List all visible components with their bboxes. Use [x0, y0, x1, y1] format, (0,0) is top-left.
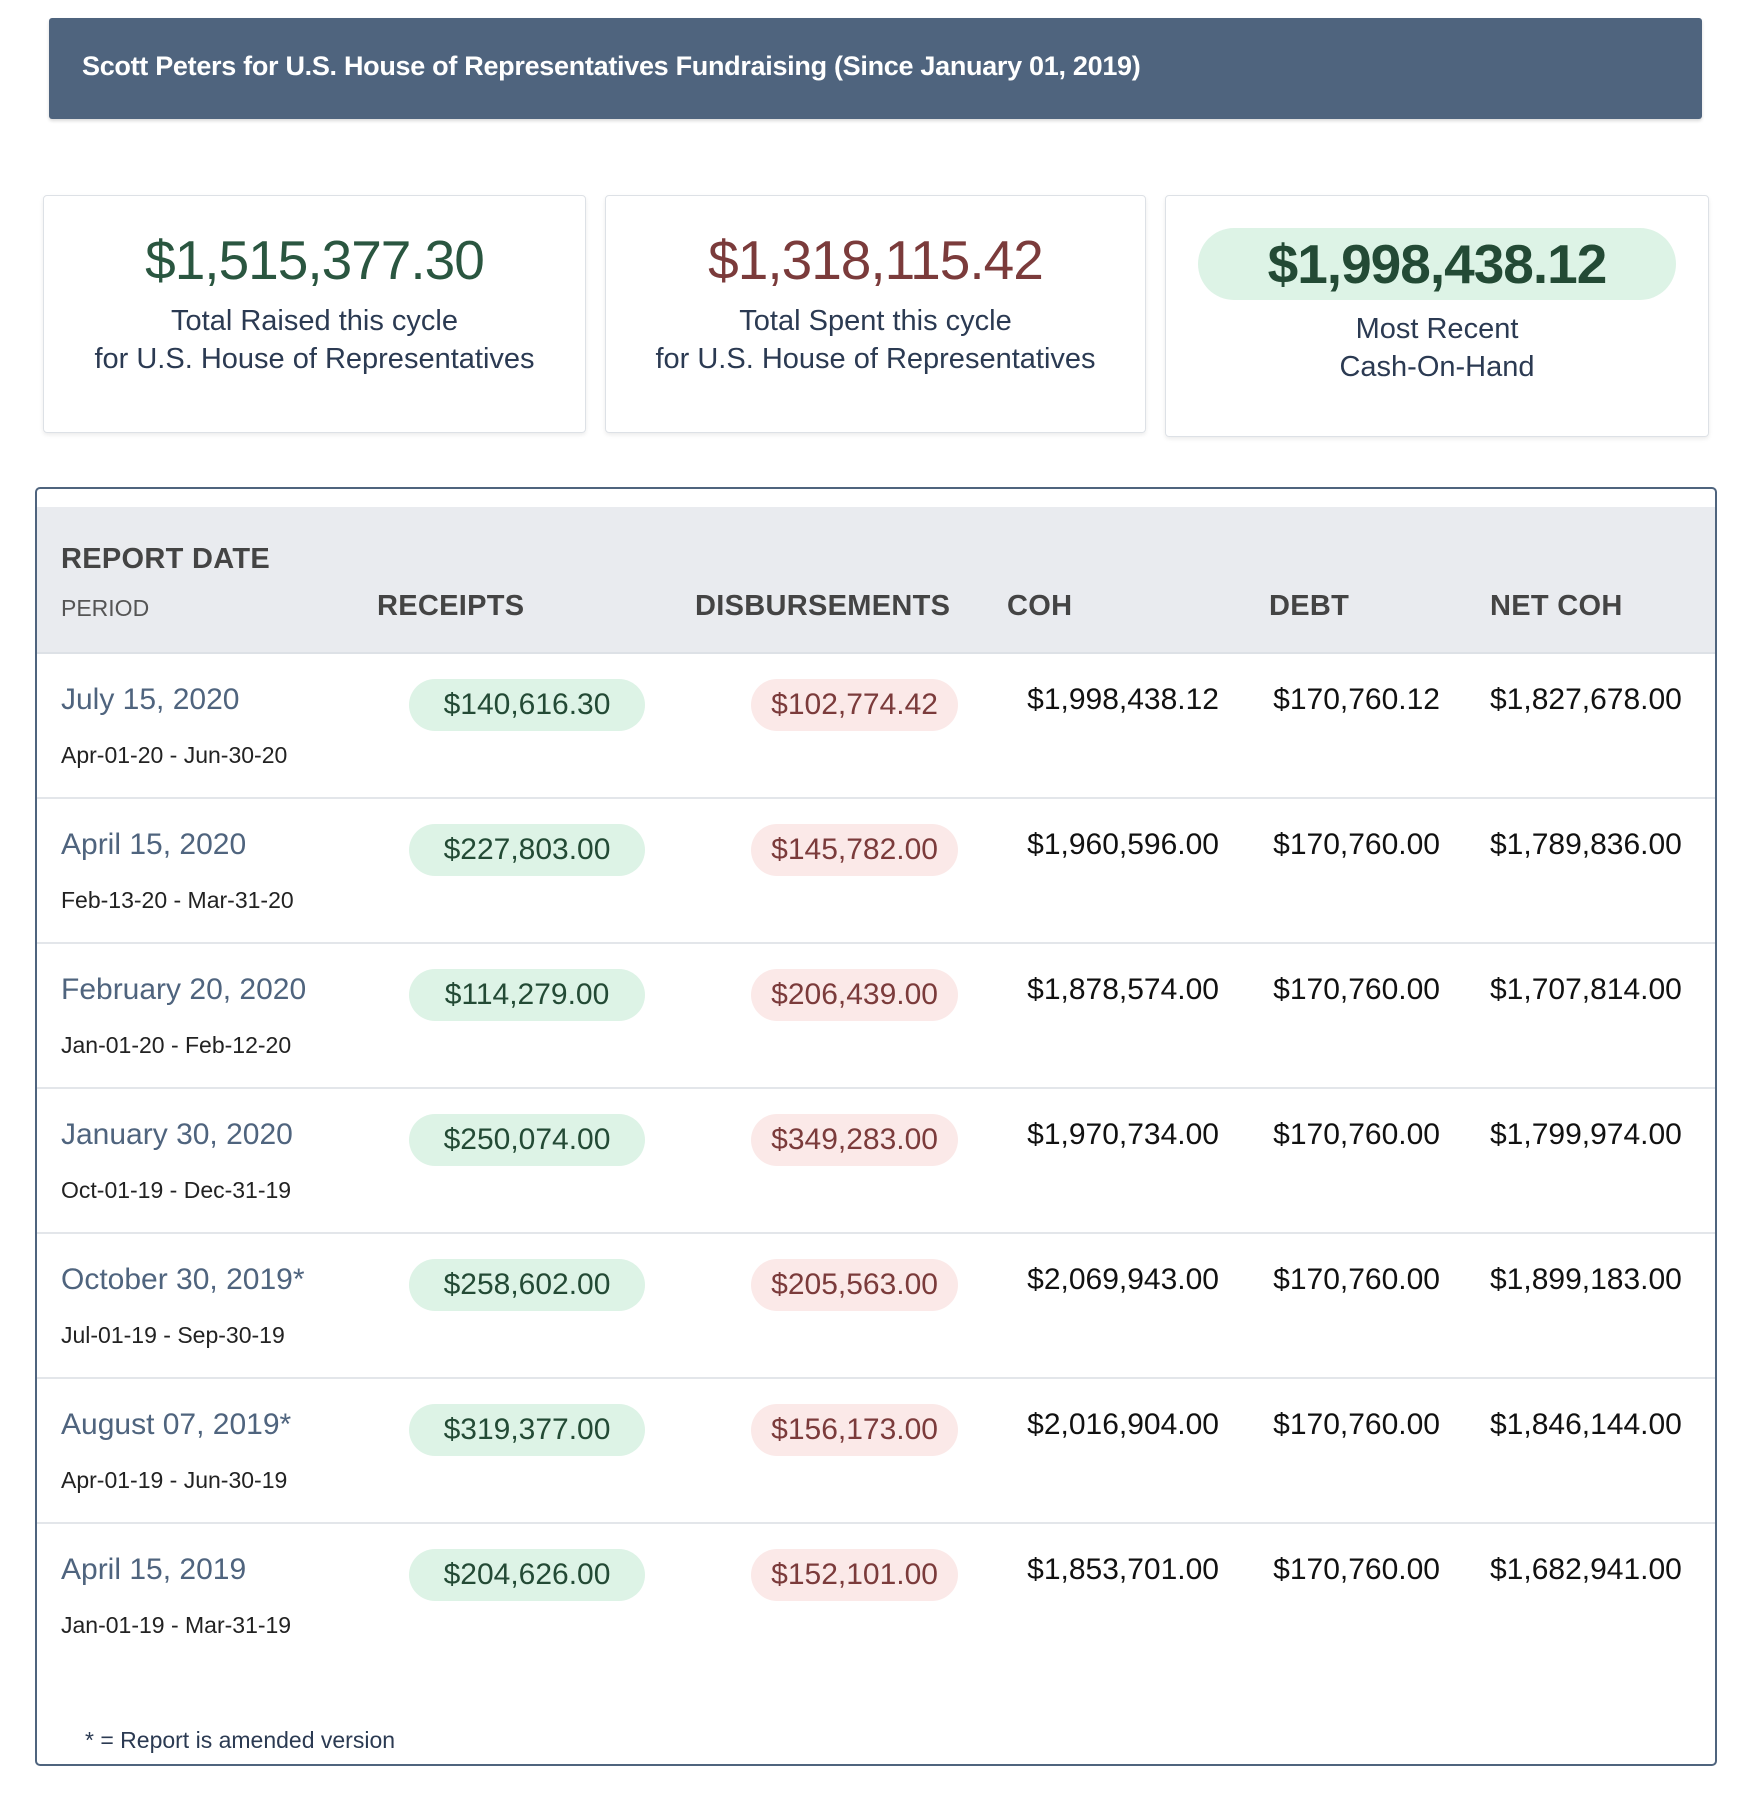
report-period: Jan-01-19 - Mar-31-19: [61, 1612, 292, 1638]
disbursements-value: $349,283.00: [751, 1114, 958, 1166]
net-coh-value: $1,682,941.00: [1490, 1553, 1682, 1586]
header-period: PERIOD: [61, 595, 150, 621]
report-period: Jul-01-19 - Sep-30-19: [61, 1322, 285, 1348]
debt-value: $170,760.00: [1273, 973, 1440, 1006]
table-row: February 20, 2020 Jan-01-20 - Feb-12-20 …: [37, 944, 1715, 1089]
label-line: Most Recent: [1355, 313, 1519, 345]
page-title: Scott Peters for U.S. House of Represent…: [82, 51, 1141, 81]
header-report-date: REPORT DATE: [61, 543, 270, 575]
coh-value: $1,998,438.12: [1027, 683, 1219, 716]
disbursements-value: $152,101.00: [751, 1549, 958, 1601]
header-net-coh: NET COH: [1490, 590, 1623, 622]
report-date: April 15, 2019: [61, 1553, 247, 1586]
label-line: Total Raised this cycle: [171, 305, 458, 337]
receipts-value: $250,074.00: [409, 1114, 645, 1166]
label-line: Cash-On-Hand: [1339, 351, 1535, 383]
debt-value: $170,760.00: [1273, 1408, 1440, 1441]
coh-value: $1,970,734.00: [1027, 1118, 1219, 1151]
debt-value: $170,760.00: [1273, 828, 1440, 861]
label-line: for U.S. House of Representatives: [94, 343, 535, 375]
net-coh-value: $1,827,678.00: [1490, 683, 1682, 716]
table-row: January 30, 2020 Oct-01-19 - Dec-31-19 $…: [37, 1089, 1715, 1234]
net-coh-value: $1,789,836.00: [1490, 828, 1682, 861]
total-spent-value: $1,318,115.42: [708, 229, 1044, 291]
net-coh-value: $1,899,183.00: [1490, 1263, 1682, 1296]
net-coh-value: $1,846,144.00: [1490, 1408, 1682, 1441]
debt-value: $170,760.00: [1273, 1118, 1440, 1151]
disbursements-value: $205,563.00: [751, 1259, 958, 1311]
net-coh-value: $1,707,814.00: [1490, 973, 1682, 1006]
disbursements-value: $156,173.00: [751, 1404, 958, 1456]
receipts-value: $204,626.00: [409, 1549, 645, 1601]
report-date: February 20, 2020: [61, 973, 307, 1006]
report-date: October 30, 2019*: [61, 1263, 305, 1296]
cash-on-hand-card: $1,998,438.12 Most Recent Cash-On-Hand: [1165, 195, 1709, 437]
footnote: * = Report is amended version: [85, 1727, 396, 1753]
report-date: April 15, 2020: [61, 828, 247, 861]
net-coh-value: $1,799,974.00: [1490, 1118, 1682, 1151]
disbursements-value: $145,782.00: [751, 824, 958, 876]
report-date: July 15, 2020: [61, 683, 240, 716]
table-row: April 15, 2020 Feb-13-20 - Mar-31-20 $22…: [37, 799, 1715, 944]
receipts-value: $258,602.00: [409, 1259, 645, 1311]
table-row: October 30, 2019* Jul-01-19 - Sep-30-19 …: [37, 1234, 1715, 1379]
report-date: January 30, 2020: [61, 1118, 293, 1151]
receipts-value: $227,803.00: [409, 824, 645, 876]
cash-on-hand-label: Most Recent Cash-On-Hand: [1166, 310, 1708, 386]
table-row: July 15, 2020 Apr-01-20 - Jun-30-20 $140…: [37, 654, 1715, 799]
page-header: Scott Peters for U.S. House of Represent…: [49, 18, 1702, 119]
receipts-value: $140,616.30: [409, 679, 645, 731]
label-line: for U.S. House of Representatives: [655, 343, 1096, 375]
debt-value: $170,760.00: [1273, 1263, 1440, 1296]
total-spent-label: Total Spent this cycle for U.S. House of …: [606, 302, 1145, 378]
cash-on-hand-value: $1,998,438.12: [1198, 228, 1676, 300]
disbursements-value: $206,439.00: [751, 969, 958, 1021]
coh-value: $2,016,904.00: [1027, 1408, 1219, 1441]
coh-value: $2,069,943.00: [1027, 1263, 1219, 1296]
table-row: August 07, 2019* Apr-01-19 - Jun-30-19 $…: [37, 1379, 1715, 1524]
header-debt: DEBT: [1269, 590, 1350, 622]
receipts-value: $114,279.00: [409, 969, 645, 1021]
header-coh: COH: [1007, 590, 1073, 622]
total-raised-value: $1,515,377.30: [145, 229, 485, 291]
coh-value: $1,878,574.00: [1027, 973, 1219, 1006]
debt-value: $170,760.12: [1273, 683, 1440, 716]
disbursements-value: $102,774.42: [751, 679, 958, 731]
receipts-value: $319,377.00: [409, 1404, 645, 1456]
total-raised-card: $1,515,377.30 Total Raised this cycle for…: [43, 195, 586, 433]
header-receipts: RECEIPTS: [377, 590, 525, 622]
total-raised-label: Total Raised this cycle for U.S. House of…: [44, 302, 585, 378]
table-row: April 15, 2019 Jan-01-19 - Mar-31-19 $20…: [37, 1524, 1715, 1669]
header-disbursements: DISBURSEMENTS: [695, 590, 951, 622]
report-period: Feb-13-20 - Mar-31-20: [61, 887, 294, 913]
total-spent-card: $1,318,115.42 Total Spent this cycle for …: [605, 195, 1146, 433]
reports-table: REPORT DATE PERIOD RECEIPTS DISBURSEMENT…: [35, 487, 1717, 1766]
report-period: Jan-01-20 - Feb-12-20: [61, 1032, 292, 1058]
report-period: Oct-01-19 - Dec-31-19: [61, 1177, 292, 1203]
report-period: Apr-01-20 - Jun-30-20: [61, 742, 288, 768]
report-period: Apr-01-19 - Jun-30-19: [61, 1467, 288, 1493]
report-date: August 07, 2019*: [61, 1408, 292, 1441]
debt-value: $170,760.00: [1273, 1553, 1440, 1586]
label-line: Total Spent this cycle: [739, 305, 1012, 337]
table-header: REPORT DATE PERIOD RECEIPTS DISBURSEMENT…: [37, 507, 1715, 654]
coh-value: $1,853,701.00: [1027, 1553, 1219, 1586]
coh-value: $1,960,596.00: [1027, 828, 1219, 861]
